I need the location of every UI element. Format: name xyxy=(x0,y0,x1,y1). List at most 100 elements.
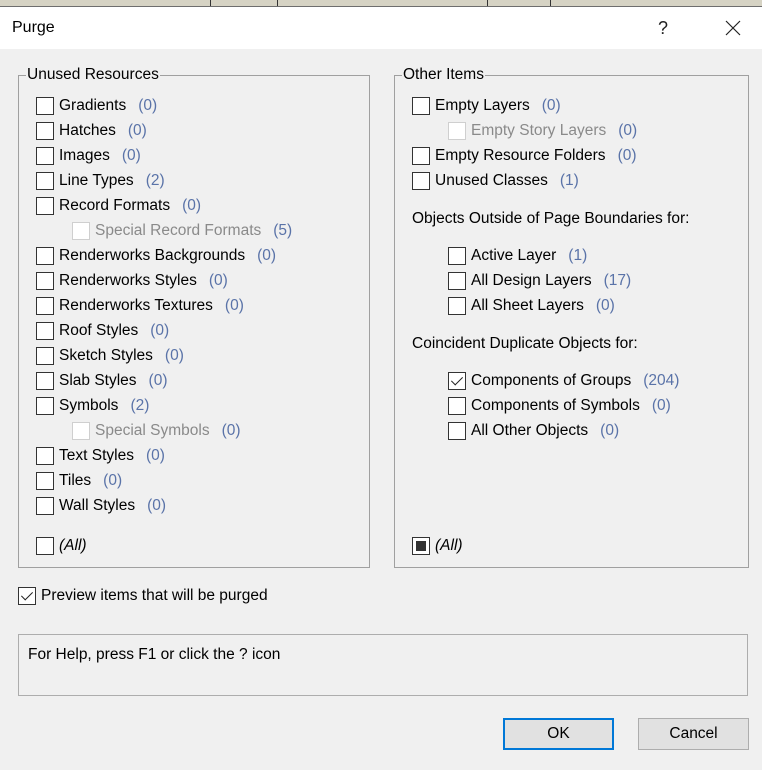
checkbox-all-sheet-layers[interactable] xyxy=(448,297,466,315)
checkbox-row-line-types[interactable]: Line Types (2) xyxy=(36,170,165,192)
checkbox-empty-resource-folders[interactable] xyxy=(412,147,430,165)
item-count: (0) xyxy=(257,247,277,264)
checkbox-row-hatches[interactable]: Hatches (0) xyxy=(36,120,147,142)
checkbox-row-all[interactable]: (All) xyxy=(412,535,463,557)
background-divider xyxy=(277,0,278,6)
checkbox-record-formats[interactable] xyxy=(36,197,54,215)
checkbox-all[interactable] xyxy=(36,537,54,555)
checkbox-row-all-sheet-layers[interactable]: All Sheet Layers (0) xyxy=(448,295,615,317)
checkbox-components-of-groups[interactable] xyxy=(448,372,466,390)
outside-page-heading: Objects Outside of Page Boundaries for: xyxy=(412,210,690,227)
checkbox-label: Empty Resource Folders xyxy=(435,147,606,164)
background-window-strip xyxy=(0,0,762,7)
checkbox-row-tiles[interactable]: Tiles (0) xyxy=(36,470,122,492)
close-icon xyxy=(725,20,741,36)
checkbox-gradients[interactable] xyxy=(36,97,54,115)
preview-checkbox-row[interactable]: Preview items that will be purged xyxy=(18,585,268,607)
item-count: (0) xyxy=(147,497,167,514)
item-count: (0) xyxy=(224,297,244,314)
checkbox-row-active-layer[interactable]: Active Layer (1) xyxy=(448,245,587,267)
checkbox-components-of-symbols[interactable] xyxy=(448,397,466,415)
background-divider xyxy=(550,0,551,6)
close-button[interactable] xyxy=(710,7,756,49)
background-divider xyxy=(210,0,211,6)
checkbox-all-other-objects[interactable] xyxy=(448,422,466,440)
checkbox-images[interactable] xyxy=(36,147,54,165)
checkbox-row-components-of-groups[interactable]: Components of Groups (204) xyxy=(448,370,679,392)
checkbox-line-types[interactable] xyxy=(36,172,54,190)
checkbox-row-empty-layers[interactable]: Empty Layers (0) xyxy=(412,95,561,117)
checkbox-active-layer[interactable] xyxy=(448,247,466,265)
checkbox-row-text-styles[interactable]: Text Styles (0) xyxy=(36,445,165,467)
item-count: (0) xyxy=(651,397,671,414)
checkbox-row-special-symbols: Special Symbols (0) xyxy=(72,420,241,442)
preview-label: Preview items that will be purged xyxy=(41,587,268,604)
help-text: For Help, press F1 or click the ? icon xyxy=(28,646,281,663)
checkbox-wall-styles[interactable] xyxy=(36,497,54,515)
checkbox-label: All Design Layers xyxy=(471,272,592,289)
checkbox-text-styles[interactable] xyxy=(36,447,54,465)
ok-button[interactable]: OK xyxy=(503,718,614,750)
checkbox-row-slab-styles[interactable]: Slab Styles (0) xyxy=(36,370,168,392)
checkbox-row-sketch-styles[interactable]: Sketch Styles (0) xyxy=(36,345,184,367)
checkbox-roof-styles[interactable] xyxy=(36,322,54,340)
checkbox-symbols[interactable] xyxy=(36,397,54,415)
checkbox-label: Special Record Formats xyxy=(95,222,262,239)
checkbox-slab-styles[interactable] xyxy=(36,372,54,390)
item-count: (0) xyxy=(182,197,202,214)
checkbox-row-renderworks-styles[interactable]: Renderworks Styles (0) xyxy=(36,270,228,292)
checkbox-renderworks-styles[interactable] xyxy=(36,272,54,290)
item-count: (0) xyxy=(150,322,170,339)
checkbox-row-record-formats[interactable]: Record Formats (0) xyxy=(36,195,201,217)
checkbox-special-symbols xyxy=(72,422,90,440)
item-count: (0) xyxy=(595,297,615,314)
checkbox-row-roof-styles[interactable]: Roof Styles (0) xyxy=(36,320,169,342)
checkbox-row-symbols[interactable]: Symbols (2) xyxy=(36,395,149,417)
item-count: (17) xyxy=(603,272,632,289)
item-count: (0) xyxy=(148,372,168,389)
checkbox-label: Images xyxy=(59,147,110,164)
checkbox-empty-layers[interactable] xyxy=(412,97,430,115)
checkbox-renderworks-textures[interactable] xyxy=(36,297,54,315)
checkbox-label: Wall Styles xyxy=(59,497,136,514)
other-items-legend: Other Items xyxy=(403,66,484,83)
dialog-title: Purge xyxy=(12,19,55,36)
checkbox-label: Components of Symbols xyxy=(471,397,640,414)
item-count: (0) xyxy=(541,97,561,114)
checkbox-row-renderworks-backgrounds[interactable]: Renderworks Backgrounds (0) xyxy=(36,245,276,267)
item-count: (1) xyxy=(559,172,579,189)
checkbox-row-components-of-symbols[interactable]: Components of Symbols (0) xyxy=(448,395,671,417)
checkbox-sketch-styles[interactable] xyxy=(36,347,54,365)
checkbox-label: Empty Layers xyxy=(435,97,530,114)
item-count: (2) xyxy=(145,172,165,189)
checkbox-unused-classes[interactable] xyxy=(412,172,430,190)
item-count: (0) xyxy=(208,272,228,289)
duplicates-heading: Coincident Duplicate Objects for: xyxy=(412,335,638,352)
checkbox-row-gradients[interactable]: Gradients (0) xyxy=(36,95,157,117)
cancel-button[interactable]: Cancel xyxy=(638,718,749,750)
checkbox-label: Hatches xyxy=(59,122,116,139)
checkbox-label: Components of Groups xyxy=(471,372,632,389)
checkbox-row-all-design-layers[interactable]: All Design Layers (17) xyxy=(448,270,631,292)
checkbox-label: Tiles xyxy=(59,472,92,489)
checkbox-all-design-layers[interactable] xyxy=(448,272,466,290)
item-count: (204) xyxy=(643,372,680,389)
checkbox-row-renderworks-textures[interactable]: Renderworks Textures (0) xyxy=(36,295,244,317)
checkbox-row-all-other-objects[interactable]: All Other Objects (0) xyxy=(448,420,619,442)
checkbox-all[interactable] xyxy=(412,537,430,555)
checkbox-hatches[interactable] xyxy=(36,122,54,140)
checkbox-row-images[interactable]: Images (0) xyxy=(36,145,141,167)
checkbox-row-empty-story-layers: Empty Story Layers (0) xyxy=(448,120,637,142)
help-text-box: For Help, press F1 or click the ? icon xyxy=(18,634,748,696)
item-count: (0) xyxy=(617,147,637,164)
checkbox-tiles[interactable] xyxy=(36,472,54,490)
checkbox-renderworks-backgrounds[interactable] xyxy=(36,247,54,265)
checkbox-row-empty-resource-folders[interactable]: Empty Resource Folders (0) xyxy=(412,145,637,167)
checkbox-label: Gradients xyxy=(59,97,127,114)
help-button[interactable]: ? xyxy=(640,7,686,49)
checkbox-row-unused-classes[interactable]: Unused Classes (1) xyxy=(412,170,579,192)
preview-checkbox[interactable] xyxy=(18,587,36,605)
checkbox-row-all[interactable]: (All) xyxy=(36,535,87,557)
unused-resources-legend: Unused Resources xyxy=(27,66,159,83)
checkbox-row-wall-styles[interactable]: Wall Styles (0) xyxy=(36,495,166,517)
